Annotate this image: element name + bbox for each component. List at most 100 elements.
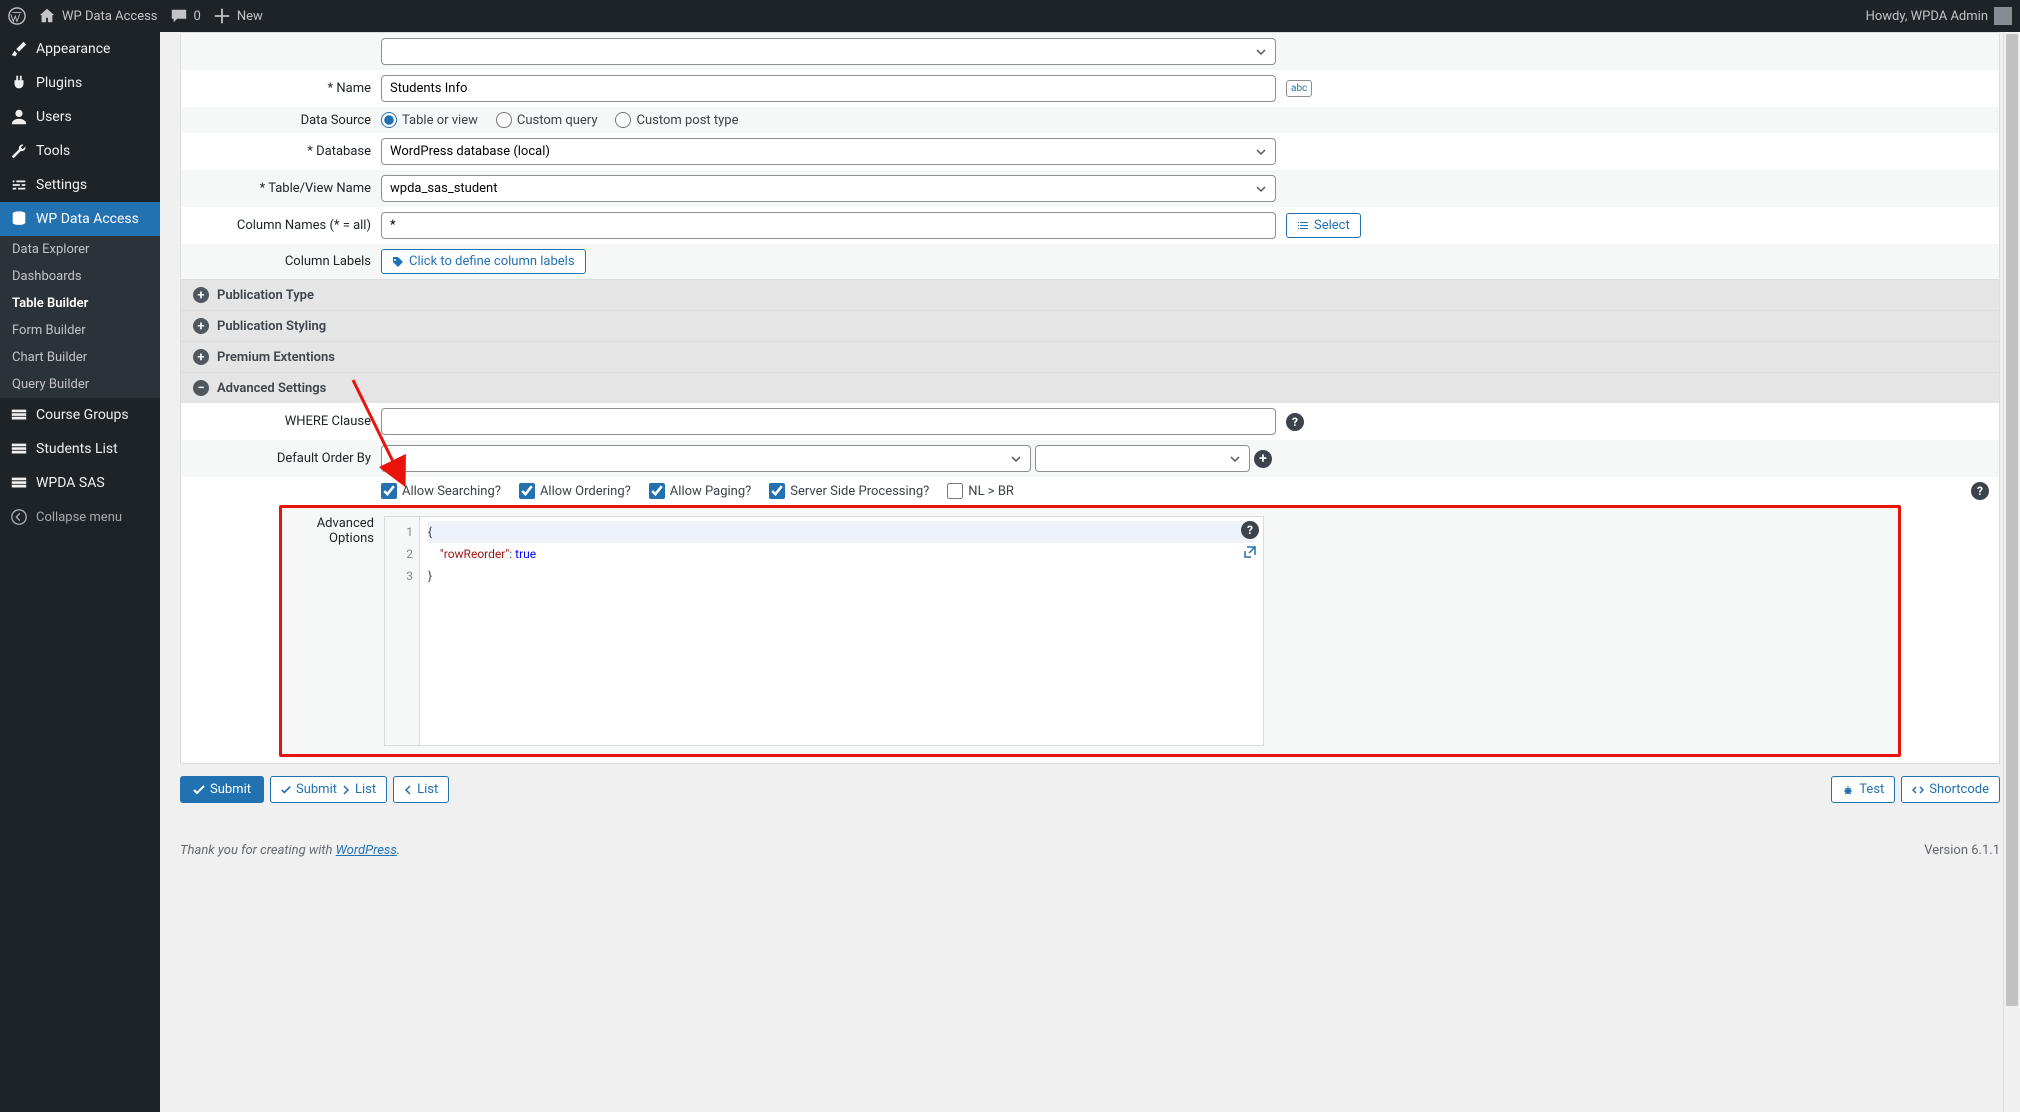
sidebar-item-wpda-sas[interactable]: WPDA SAS: [0, 466, 160, 500]
database-select[interactable]: WordPress database (local): [381, 138, 1276, 165]
list-icon: [1297, 220, 1309, 232]
column-labels-label: Column Labels: [181, 254, 381, 269]
plus-circle-icon: +: [193, 349, 209, 365]
tag-icon: [392, 256, 404, 268]
sidebar-item-students-list[interactable]: Students List: [0, 432, 160, 466]
sidebar-label: Plugins: [36, 75, 82, 91]
line-gutter: 123: [385, 517, 420, 745]
sliders-icon: [10, 176, 28, 194]
radio-custom-query[interactable]: Custom query: [496, 112, 598, 128]
sidebar-submenu: Data Explorer Dashboards Table Builder F…: [0, 236, 160, 398]
help-icon[interactable]: ?: [1241, 521, 1259, 539]
plus-circle-icon: +: [193, 287, 209, 303]
data-source-radios: Table or view Custom query Custom post t…: [381, 112, 739, 128]
sidebar-item-tools[interactable]: Tools: [0, 134, 160, 168]
sidebar-sub-dashboards[interactable]: Dashboards: [0, 263, 160, 290]
table-select[interactable]: wpda_sas_student: [381, 175, 1276, 202]
name-input[interactable]: [381, 75, 1276, 102]
code-content[interactable]: { "rowReorder": true }: [420, 517, 1263, 745]
footer-buttons: Submit SubmitList List Test Shortcode: [180, 776, 2000, 803]
brush-icon: [10, 40, 28, 58]
sidebar-sub-table-builder[interactable]: Table Builder: [0, 290, 160, 317]
site-name-link[interactable]: WP Data Access: [38, 7, 158, 25]
name-label: * Name: [181, 81, 381, 96]
checkbox-server-side[interactable]: Server Side Processing?: [769, 483, 929, 499]
define-column-labels-button[interactable]: Click to define column labels: [381, 249, 586, 274]
howdy-link[interactable]: Howdy, WPDA Admin: [1866, 7, 2012, 25]
sidebar-item-wp-data-access[interactable]: WP Data Access: [0, 202, 160, 236]
admin-bar: WP Data Access 0 New Howdy, WPDA Admin: [0, 0, 2020, 32]
wp-logo[interactable]: [8, 7, 26, 25]
comments-count: 0: [194, 9, 201, 24]
abc-button[interactable]: abc: [1286, 80, 1312, 97]
plug-icon: [10, 74, 28, 92]
options-checkboxes: Allow Searching? Allow Ordering? Allow P…: [381, 483, 1961, 499]
collapse-label: Collapse menu: [36, 510, 122, 525]
select-columns-button[interactable]: Select: [1286, 213, 1361, 238]
database-label: * Database: [181, 144, 381, 159]
shortcode-button[interactable]: Shortcode: [1901, 776, 2000, 803]
sidebar-sub-chart-builder[interactable]: Chart Builder: [0, 344, 160, 371]
scrollbar-thumb[interactable]: [2006, 34, 2018, 1006]
advanced-options-label: Advanced Options: [282, 516, 384, 546]
top-select[interactable]: [381, 38, 1276, 65]
wrench-icon: [10, 142, 28, 160]
section-advanced-settings[interactable]: − Advanced Settings: [181, 372, 1999, 403]
plus-icon: [213, 7, 231, 25]
popout-icon[interactable]: [1243, 545, 1257, 563]
bug-icon: [1842, 784, 1854, 796]
radio-custom-post-type[interactable]: Custom post type: [615, 112, 738, 128]
checkbox-allow-ordering[interactable]: Allow Ordering?: [519, 483, 631, 499]
home-icon: [38, 7, 56, 25]
howdy-text: Howdy, WPDA Admin: [1866, 9, 1988, 24]
layers-icon: [10, 474, 28, 492]
section-publication-type[interactable]: + Publication Type: [181, 279, 1999, 310]
order-direction-select[interactable]: [1035, 445, 1250, 472]
sidebar-label: Course Groups: [36, 407, 129, 423]
help-icon[interactable]: ?: [1971, 482, 1989, 500]
where-input[interactable]: [381, 408, 1276, 435]
help-icon[interactable]: ?: [1286, 413, 1304, 431]
sidebar-label: WPDA SAS: [36, 475, 105, 491]
wordpress-link[interactable]: WordPress: [336, 843, 397, 858]
avatar: [1994, 7, 2012, 25]
minus-circle-icon: −: [193, 380, 209, 396]
comments-link[interactable]: 0: [170, 7, 201, 25]
collapse-menu-button[interactable]: Collapse menu: [0, 500, 160, 534]
sidebar-label: Tools: [36, 143, 70, 159]
sidebar-item-course-groups[interactable]: Course Groups: [0, 398, 160, 432]
sidebar-sub-query-builder[interactable]: Query Builder: [0, 371, 160, 398]
submit-button[interactable]: Submit: [180, 776, 264, 803]
checkbox-allow-paging[interactable]: Allow Paging?: [649, 483, 752, 499]
add-order-button[interactable]: +: [1254, 450, 1272, 468]
collapse-icon: [10, 508, 28, 526]
vertical-scrollbar[interactable]: [2003, 32, 2020, 1112]
code-editor[interactable]: 123 { "rowReorder": true } ?: [384, 516, 1264, 746]
layers-icon: [10, 440, 28, 458]
new-link[interactable]: New: [213, 7, 263, 25]
sidebar-label: WP Data Access: [36, 211, 139, 227]
wordpress-icon: [8, 7, 26, 25]
section-publication-styling[interactable]: + Publication Styling: [181, 310, 1999, 341]
sidebar-item-plugins[interactable]: Plugins: [0, 66, 160, 100]
sidebar-sub-data-explorer[interactable]: Data Explorer: [0, 236, 160, 263]
sidebar-sub-form-builder[interactable]: Form Builder: [0, 317, 160, 344]
data-source-label: Data Source: [181, 113, 381, 128]
comment-icon: [170, 7, 188, 25]
sidebar-label: Students List: [36, 441, 118, 457]
radio-table-view[interactable]: Table or view: [381, 112, 478, 128]
version-text: Version 6.1.1: [1924, 843, 2000, 858]
column-names-input[interactable]: [381, 212, 1276, 239]
sidebar-item-users[interactable]: Users: [0, 100, 160, 134]
list-button[interactable]: List: [393, 776, 449, 803]
order-column-select[interactable]: [381, 445, 1031, 472]
checkbox-nl-br[interactable]: NL > BR: [947, 483, 1014, 499]
checkbox-allow-searching[interactable]: Allow Searching?: [381, 483, 501, 499]
sidebar-label: Appearance: [36, 41, 110, 57]
footer-credits: Thank you for creating with WordPress. V…: [180, 843, 2000, 858]
test-button[interactable]: Test: [1831, 776, 1895, 803]
sidebar-item-appearance[interactable]: Appearance: [0, 32, 160, 66]
sidebar-item-settings[interactable]: Settings: [0, 168, 160, 202]
submit-list-button[interactable]: SubmitList: [270, 776, 387, 803]
section-premium-extensions[interactable]: + Premium Extentions: [181, 341, 1999, 372]
